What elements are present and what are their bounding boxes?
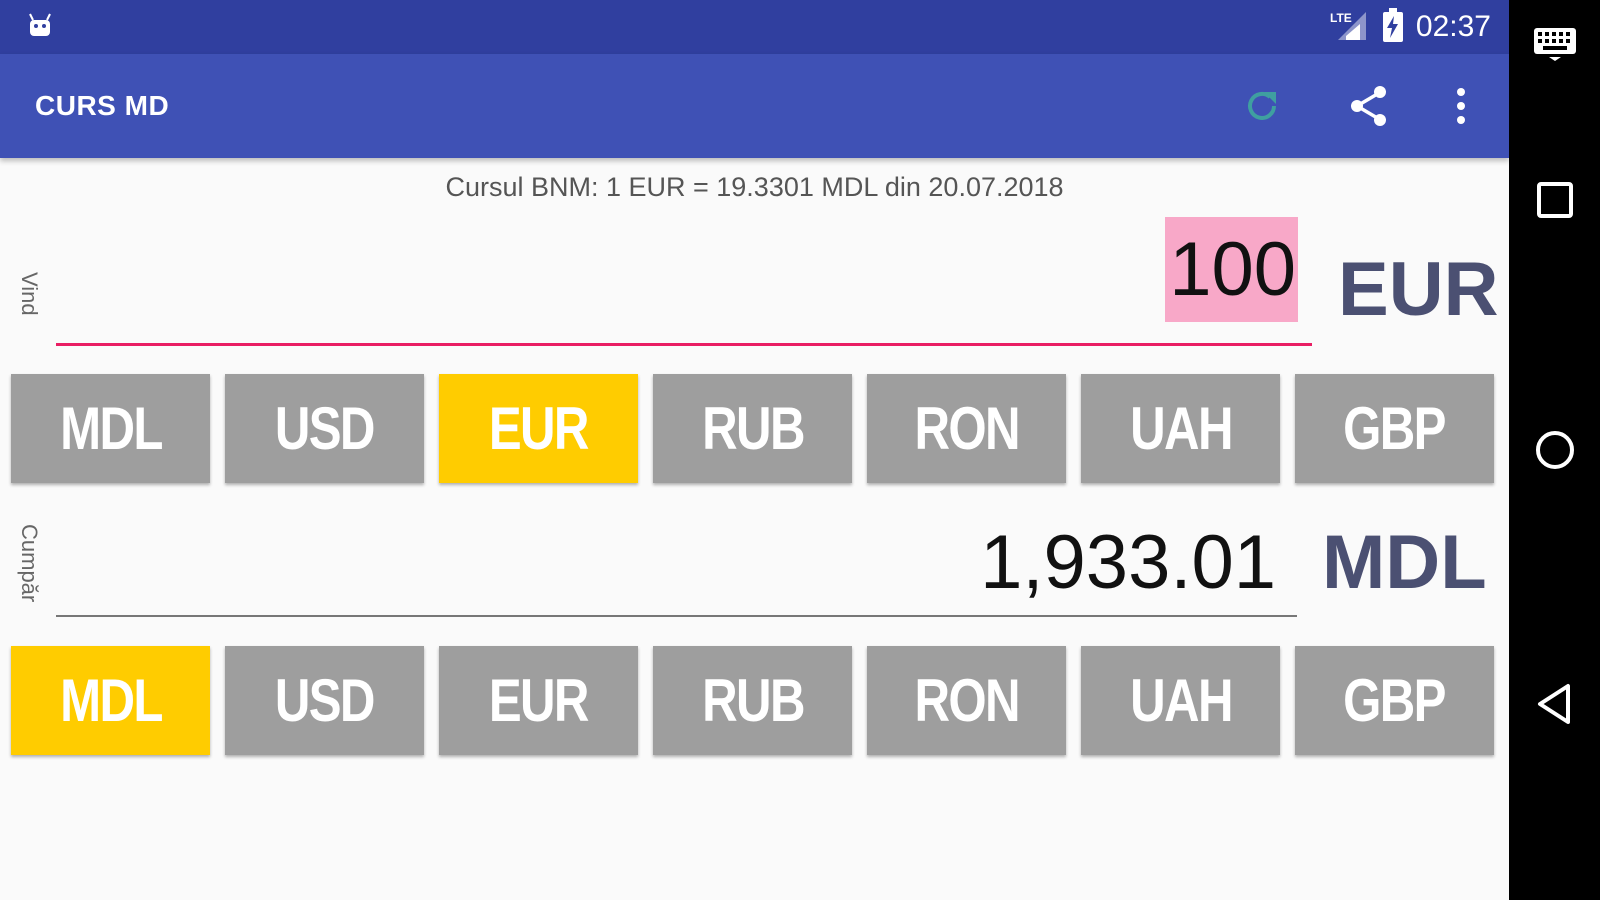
buy-amount-underline (56, 615, 1297, 617)
sell-amount-input[interactable]: 100 (1165, 217, 1298, 322)
keyboard-icon[interactable] (1509, 26, 1600, 62)
sell-btn-rub[interactable]: RUB (653, 374, 852, 483)
buy-btn-uah[interactable]: UAH (1081, 646, 1280, 755)
sell-btn-gbp[interactable]: GBP (1295, 374, 1494, 483)
sell-btn-ron[interactable]: RON (867, 374, 1066, 483)
recents-square-icon[interactable] (1509, 180, 1600, 220)
battery-charging-icon (1382, 7, 1404, 47)
sell-btn-eur[interactable]: EUR (439, 374, 638, 483)
svg-text:LTE: LTE (1330, 11, 1352, 25)
status-bar: LTE 02:37 (0, 0, 1509, 54)
buy-btn-eur[interactable]: EUR (439, 646, 638, 755)
share-icon[interactable] (1345, 82, 1393, 130)
buy-btn-ron[interactable]: RON (867, 646, 1066, 755)
app-screen: LTE 02:37 CURS MD Cursul BNM: 1 EUR = 19… (0, 0, 1509, 900)
buy-btn-usd[interactable]: USD (225, 646, 424, 755)
app-title: CURS MD (35, 90, 170, 121)
sell-label: Vind (17, 272, 42, 316)
lte-signal-icon: LTE (1330, 8, 1370, 47)
navigation-bar (1509, 0, 1600, 900)
back-triangle-icon[interactable] (1509, 682, 1600, 726)
buy-btn-mdl[interactable]: MDL (11, 646, 210, 755)
buy-btn-gbp[interactable]: GBP (1295, 646, 1494, 755)
buy-amount-output[interactable]: 1,933.01 (980, 525, 1276, 601)
bnm-rate-info: Cursul BNM: 1 EUR = 19.3301 MDL din 20.0… (445, 172, 1064, 202)
sell-btn-mdl[interactable]: MDL (11, 374, 210, 483)
sell-currency-code: EUR (1338, 247, 1499, 332)
sell-btn-uah[interactable]: UAH (1081, 374, 1280, 483)
app-bar: CURS MD (0, 54, 1509, 158)
buy-btn-rub[interactable]: RUB (653, 646, 852, 755)
status-indicators: LTE 02:37 (1330, 0, 1491, 54)
buy-label: Cumpăr (17, 524, 42, 603)
home-circle-icon[interactable] (1509, 428, 1600, 472)
sell-amount-underline (56, 343, 1312, 346)
android-icon (24, 10, 56, 42)
buy-currency-code: MDL (1322, 520, 1487, 605)
sell-currency-buttons: MDL USD EUR RUB RON UAH GBP (11, 374, 1494, 483)
status-time: 02:37 (1415, 10, 1491, 43)
sell-btn-usd[interactable]: USD (225, 374, 424, 483)
refresh-icon[interactable] (1238, 82, 1286, 130)
sell-amount-value: 100 (1165, 217, 1298, 322)
buy-currency-buttons: MDL USD EUR RUB RON UAH GBP (11, 646, 1494, 755)
more-vert-icon[interactable] (1437, 82, 1485, 130)
